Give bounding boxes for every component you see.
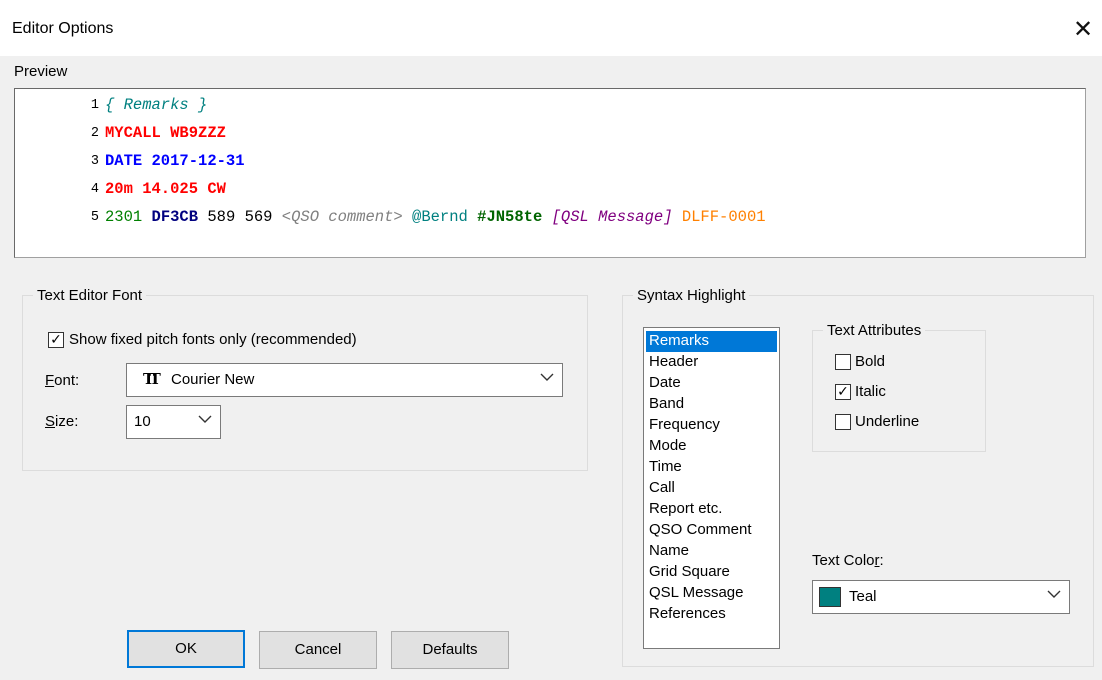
window-title: Editor Options [12,20,114,37]
report-token: 589 569 [207,208,273,226]
list-item[interactable]: Date [646,373,777,394]
fixed-pitch-checkbox[interactable]: ✓ [48,332,64,348]
qso-comment-token: <QSO comment> [281,208,403,226]
header-token: MYCALL WB9ZZZ [105,124,226,142]
size-select[interactable]: 10 [126,405,221,439]
checkmark-icon: ✓ [50,332,62,348]
preview-line-qso: 2301 DF3CB 589 569 <QSO comment> @Bernd … [105,208,766,226]
line-number: 3 [90,154,99,169]
call-token: DF3CB [151,208,199,226]
truetype-font-icon: TT [143,370,161,388]
font-select[interactable]: TT Courier New [126,363,563,397]
underline-checkbox[interactable] [835,414,851,430]
line-number: 2 [90,126,99,141]
name-token: @Bernd [412,208,468,226]
preview-label: Preview [14,63,68,80]
chevron-down-icon [1047,590,1061,598]
ok-button[interactable]: OK [127,630,245,668]
fixed-pitch-label[interactable]: Show fixed pitch fonts only (recommended… [69,331,357,348]
list-item[interactable]: Time [646,457,777,478]
cancel-button[interactable]: Cancel [259,631,377,669]
remarks-token: { Remarks } [105,96,208,114]
chevron-down-icon [540,373,554,381]
font-label: Font: [45,372,80,389]
preview-line-header: MYCALL WB9ZZZ [105,124,226,142]
list-item[interactable]: Frequency [646,415,777,436]
font-value: Courier New [171,371,255,388]
text-attributes-legend: Text Attributes [827,322,922,339]
checkmark-icon: ✓ [837,384,849,400]
list-item[interactable]: Report etc. [646,499,777,520]
list-item[interactable]: Name [646,541,777,562]
text-editor-font-legend: Text Editor Font [37,287,143,304]
bold-checkbox[interactable] [835,354,851,370]
title-bar [0,0,1102,56]
date-token: DATE 2017-12-31 [105,152,245,170]
bold-label[interactable]: Bold [855,353,885,370]
text-color-value: Teal [849,588,877,605]
close-icon[interactable]: ✕ [1068,14,1098,44]
color-swatch [819,587,841,607]
text-color-label: Text Color: [812,552,884,569]
list-item[interactable]: Grid Square [646,562,777,583]
list-item[interactable]: Band [646,394,777,415]
preview-pane: 1 { Remarks } 2 MYCALL WB9ZZZ 3 DATE 201… [14,88,1086,258]
defaults-button[interactable]: Defaults [391,631,509,669]
line-number: 1 [90,98,99,113]
qsl-token: [QSL Message] [551,208,673,226]
underline-label[interactable]: Underline [855,413,919,430]
syntax-highlight-legend: Syntax Highlight [637,287,746,304]
preview-line-date: DATE 2017-12-31 [105,152,245,170]
time-token: 2301 [105,208,143,226]
grid-token: #JN58te [477,208,543,226]
italic-label[interactable]: Italic [855,383,886,400]
references-token: DLFF-0001 [681,208,766,226]
preview-line-remarks: { Remarks } [105,96,207,114]
band-token: 20m 14.025 CW [105,180,226,198]
list-item[interactable]: QSL Message [646,583,777,604]
line-number: 5 [90,210,99,225]
line-number: 4 [90,182,99,197]
syntax-element-list[interactable]: Remarks Header Date Band Frequency Mode … [643,327,780,649]
list-item[interactable]: QSO Comment [646,520,777,541]
list-item[interactable]: Mode [646,436,777,457]
italic-checkbox[interactable]: ✓ [835,384,851,400]
list-item[interactable]: Header [646,352,777,373]
text-color-select[interactable]: Teal [812,580,1070,614]
chevron-down-icon [198,415,212,423]
list-item[interactable]: References [646,604,777,625]
list-item[interactable]: Call [646,478,777,499]
preview-line-band: 20m 14.025 CW [105,180,226,198]
size-value: 10 [134,413,151,430]
list-item[interactable]: Remarks [646,331,777,352]
size-label: Size: [45,413,79,430]
